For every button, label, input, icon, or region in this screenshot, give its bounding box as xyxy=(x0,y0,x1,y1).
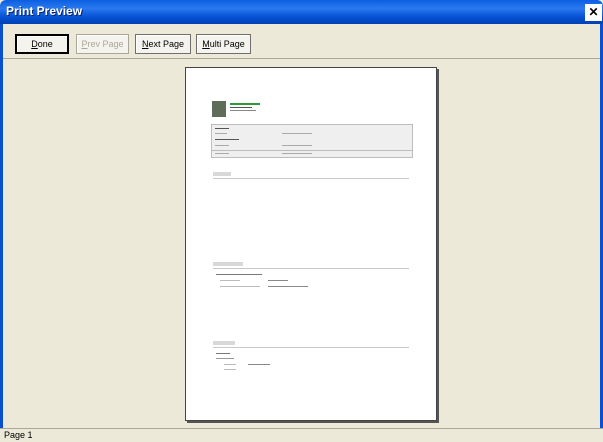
done-button[interactable]: Done xyxy=(15,34,69,54)
section-3-line-3 xyxy=(224,364,236,365)
section-heading-1 xyxy=(213,172,231,176)
section-3-line-2 xyxy=(216,358,234,359)
section-2-line-3 xyxy=(268,280,288,281)
section-rule-2 xyxy=(213,268,409,269)
window-title: Print Preview xyxy=(6,4,83,18)
profile-photo-thumbnail xyxy=(212,101,226,117)
status-page-number: Page 1 xyxy=(4,430,33,440)
info-box xyxy=(211,124,413,158)
close-icon[interactable]: ✕ xyxy=(585,4,602,21)
section-rule-1 xyxy=(213,178,409,179)
section-3-line-4 xyxy=(248,364,270,365)
status-bar: Page 1 xyxy=(0,428,603,442)
next-label-post: ext Page xyxy=(148,39,185,49)
section-rule-3 xyxy=(213,347,409,348)
section-2-line-1 xyxy=(216,274,262,275)
subtitle-line xyxy=(230,107,252,108)
multi-page-button[interactable]: Multi Page xyxy=(196,34,251,54)
section-3-line-5 xyxy=(224,369,236,370)
section-heading-3 xyxy=(213,341,235,345)
multi-label-mnemonic: M xyxy=(202,39,210,49)
section-2-line-2 xyxy=(220,280,240,281)
section-2-line-5 xyxy=(268,286,308,287)
window-title-bar[interactable]: Print Preview ✕ xyxy=(0,0,603,24)
section-2-line-4 xyxy=(220,286,260,287)
multi-label-post: ulti Page xyxy=(209,39,245,49)
preview-page[interactable] xyxy=(185,67,437,421)
section-heading-2 xyxy=(213,262,243,266)
done-label-post: one xyxy=(37,39,53,49)
subtitle-line-2 xyxy=(230,110,256,111)
prev-page-button[interactable]: Prev Page xyxy=(76,34,129,54)
name-line xyxy=(230,103,260,105)
prev-label-post: rev Page xyxy=(87,39,124,49)
next-page-button[interactable]: Next Page xyxy=(135,34,191,54)
section-3-line-1 xyxy=(216,353,230,354)
